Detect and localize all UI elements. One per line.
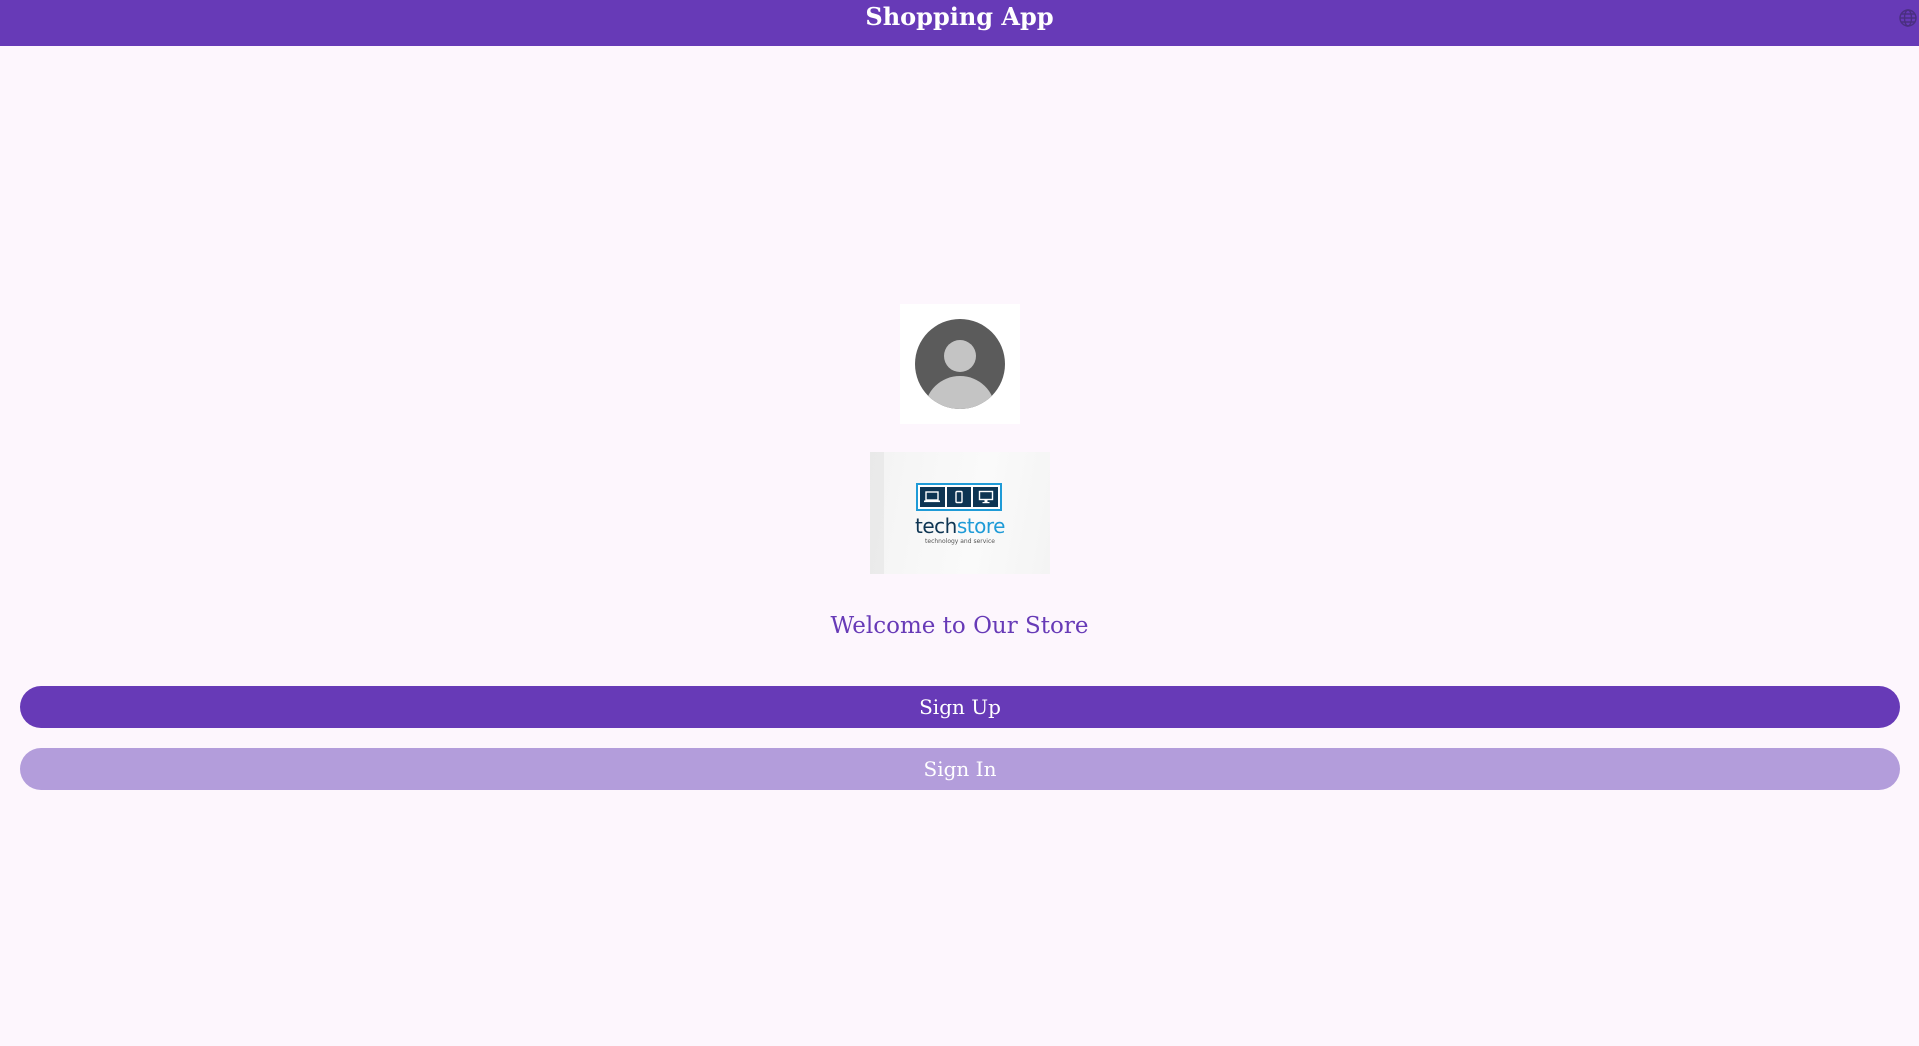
avatar: [900, 304, 1020, 424]
phone-icon: [946, 487, 972, 507]
monitor-icon: [973, 487, 999, 507]
logo-devices-frame: [916, 483, 1002, 511]
logo-wordmark: techstore: [870, 516, 1050, 536]
logo-brand-part2: store: [956, 514, 1006, 538]
sign-in-button[interactable]: Sign In: [20, 748, 1900, 790]
store-logo: techstore technology and service: [870, 452, 1050, 574]
app-bar: Shopping App: [0, 0, 1919, 46]
globe-icon[interactable]: [1898, 8, 1918, 28]
sign-up-button[interactable]: Sign Up: [20, 686, 1900, 728]
app-title: Shopping App: [865, 2, 1054, 31]
user-avatar-icon: [915, 319, 1005, 409]
welcome-heading: Welcome to Our Store: [830, 613, 1089, 639]
logo-tagline: technology and service: [925, 538, 995, 545]
laptop-icon: [920, 487, 945, 507]
logo-brand-part1: tech: [915, 514, 957, 538]
